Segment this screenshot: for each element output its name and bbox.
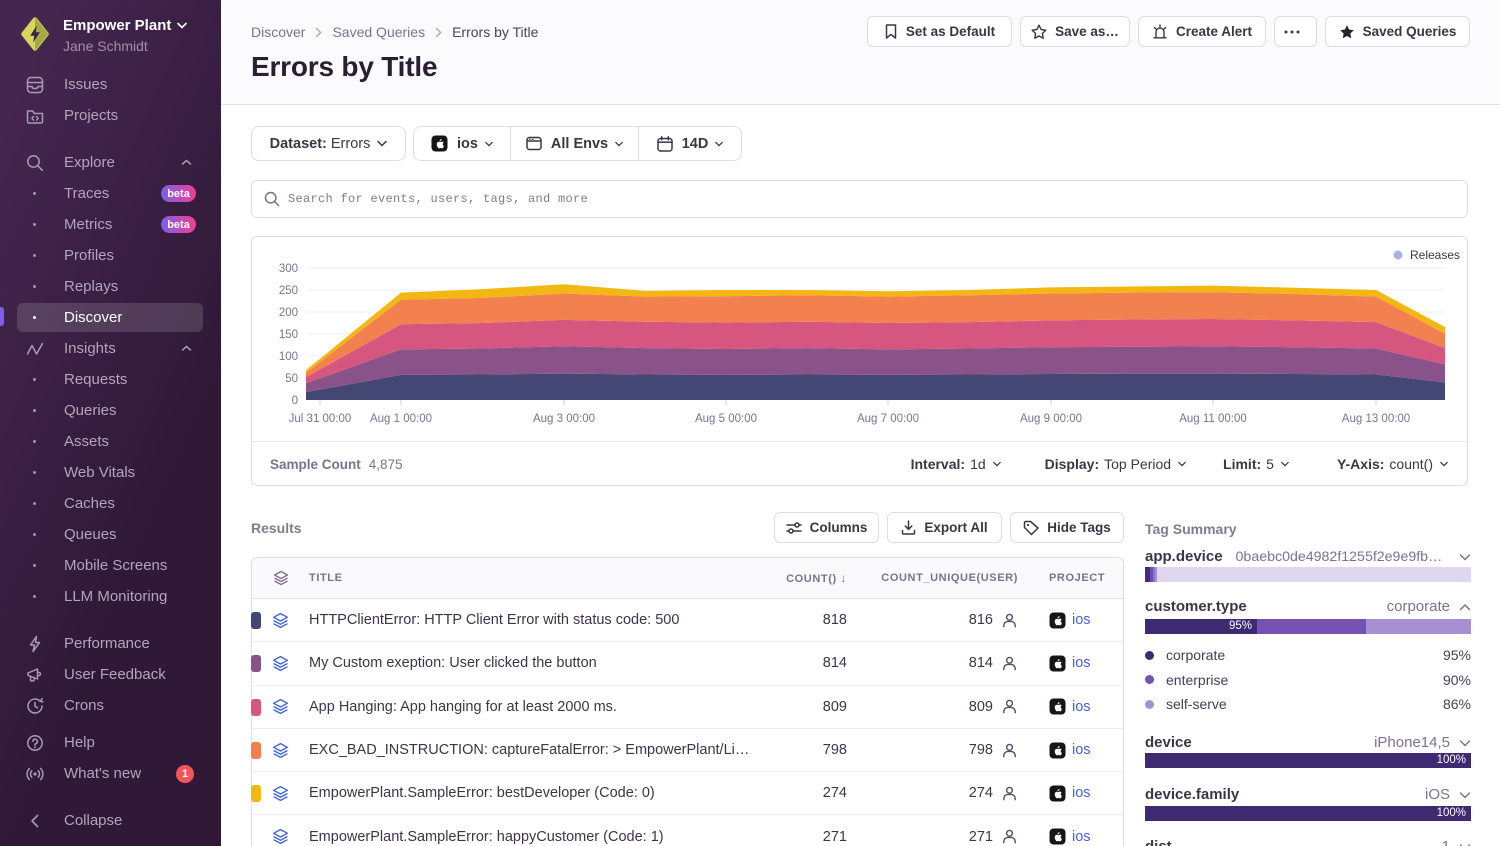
svg-text:Aug 7 00:00: Aug 7 00:00 bbox=[857, 413, 919, 425]
svg-text:Aug 9 00:00: Aug 9 00:00 bbox=[1020, 413, 1082, 425]
svg-text:Releases: Releases bbox=[1410, 248, 1460, 262]
svg-text:50: 50 bbox=[285, 373, 298, 385]
svg-text:300: 300 bbox=[279, 263, 298, 275]
svg-text:150: 150 bbox=[279, 329, 298, 341]
svg-text:100: 100 bbox=[279, 351, 298, 363]
svg-text:Aug 3 00:00: Aug 3 00:00 bbox=[533, 413, 595, 425]
svg-text:200: 200 bbox=[279, 307, 298, 319]
svg-text:0: 0 bbox=[292, 395, 298, 407]
svg-text:Jul 31 00:00: Jul 31 00:00 bbox=[289, 413, 352, 425]
svg-text:Aug 5 00:00: Aug 5 00:00 bbox=[695, 413, 757, 425]
svg-text:Aug 11 00:00: Aug 11 00:00 bbox=[1179, 413, 1247, 425]
svg-text:Aug 1 00:00: Aug 1 00:00 bbox=[370, 413, 432, 425]
svg-text:Aug 13 00:00: Aug 13 00:00 bbox=[1342, 413, 1410, 425]
svg-text:250: 250 bbox=[279, 285, 298, 297]
